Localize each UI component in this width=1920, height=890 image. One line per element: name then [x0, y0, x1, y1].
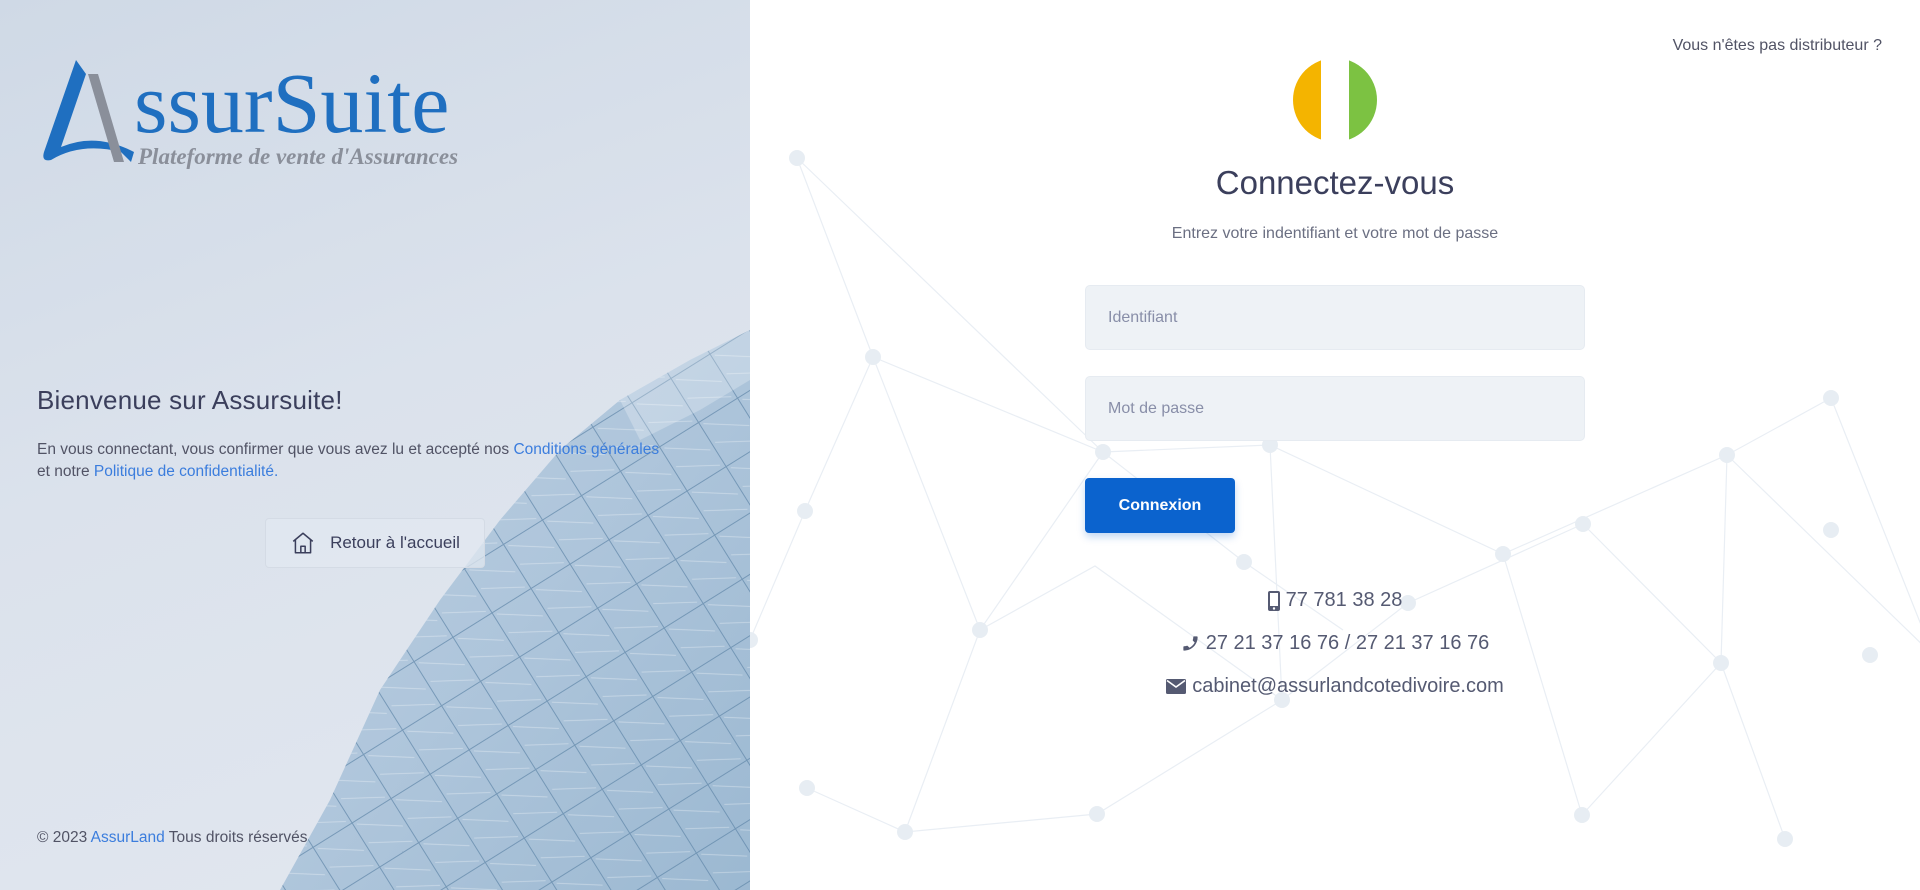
phone-contact: 27 21 37 16 76 / 27 21 37 16 76 — [750, 632, 1920, 655]
logo-tagline: Plateforme de vente d'Assurances — [137, 144, 458, 169]
logo-wordmark: ssurSuite — [134, 55, 449, 151]
assursuite-logo: ssurSuite Plateforme de vente d'Assuranc… — [43, 55, 458, 169]
email-address: cabinet@assurlandcotedivoire.com — [1192, 675, 1504, 698]
welcome-text: En vous connectant, vous confirmer que v… — [37, 441, 660, 480]
back-home-label: Retour à l'accueil — [330, 533, 460, 552]
left-panel: ssurSuite Plateforme de vente d'Assuranc… — [0, 0, 750, 890]
password-input[interactable] — [1085, 376, 1585, 441]
flag-white-stripe — [1321, 58, 1349, 142]
mobile-icon — [1267, 590, 1280, 611]
back-home-button[interactable]: Retour à l'accueil — [265, 518, 485, 568]
login-subtitle: Entrez votre indentifiant et votre mot d… — [1171, 225, 1499, 242]
right-panel: Vous n'êtes pas distributeur ? Connectez… — [750, 0, 1920, 890]
home-icon — [292, 532, 314, 554]
copyright-footer: © 2023 AssurLand Tous droits réservés — [37, 829, 308, 846]
not-distributor-link[interactable]: Vous n'êtes pas distributeur ? — [1673, 37, 1882, 55]
phone-icon — [1183, 636, 1198, 651]
privacy-link[interactable]: Politique de confidentialité. — [94, 463, 278, 480]
terms-link[interactable]: Conditions générales — [513, 441, 659, 458]
mobile-number: 77 781 38 28 — [1285, 589, 1403, 612]
mobile-contact: 77 781 38 28 — [750, 589, 1920, 612]
login-title: Connectez-vous — [1215, 164, 1455, 201]
assurland-link[interactable]: AssurLand — [91, 829, 165, 846]
cote-divoire-flag — [1293, 58, 1377, 142]
envelope-icon — [1166, 679, 1187, 695]
phone-numbers: 27 21 37 16 76 / 27 21 37 16 76 — [1205, 632, 1490, 655]
login-button[interactable]: Connexion — [1085, 478, 1235, 533]
welcome-title: Bienvenue sur Assursuite! — [37, 385, 343, 415]
email-contact: cabinet@assurlandcotedivoire.com — [750, 675, 1920, 698]
username-input[interactable] — [1085, 285, 1585, 350]
